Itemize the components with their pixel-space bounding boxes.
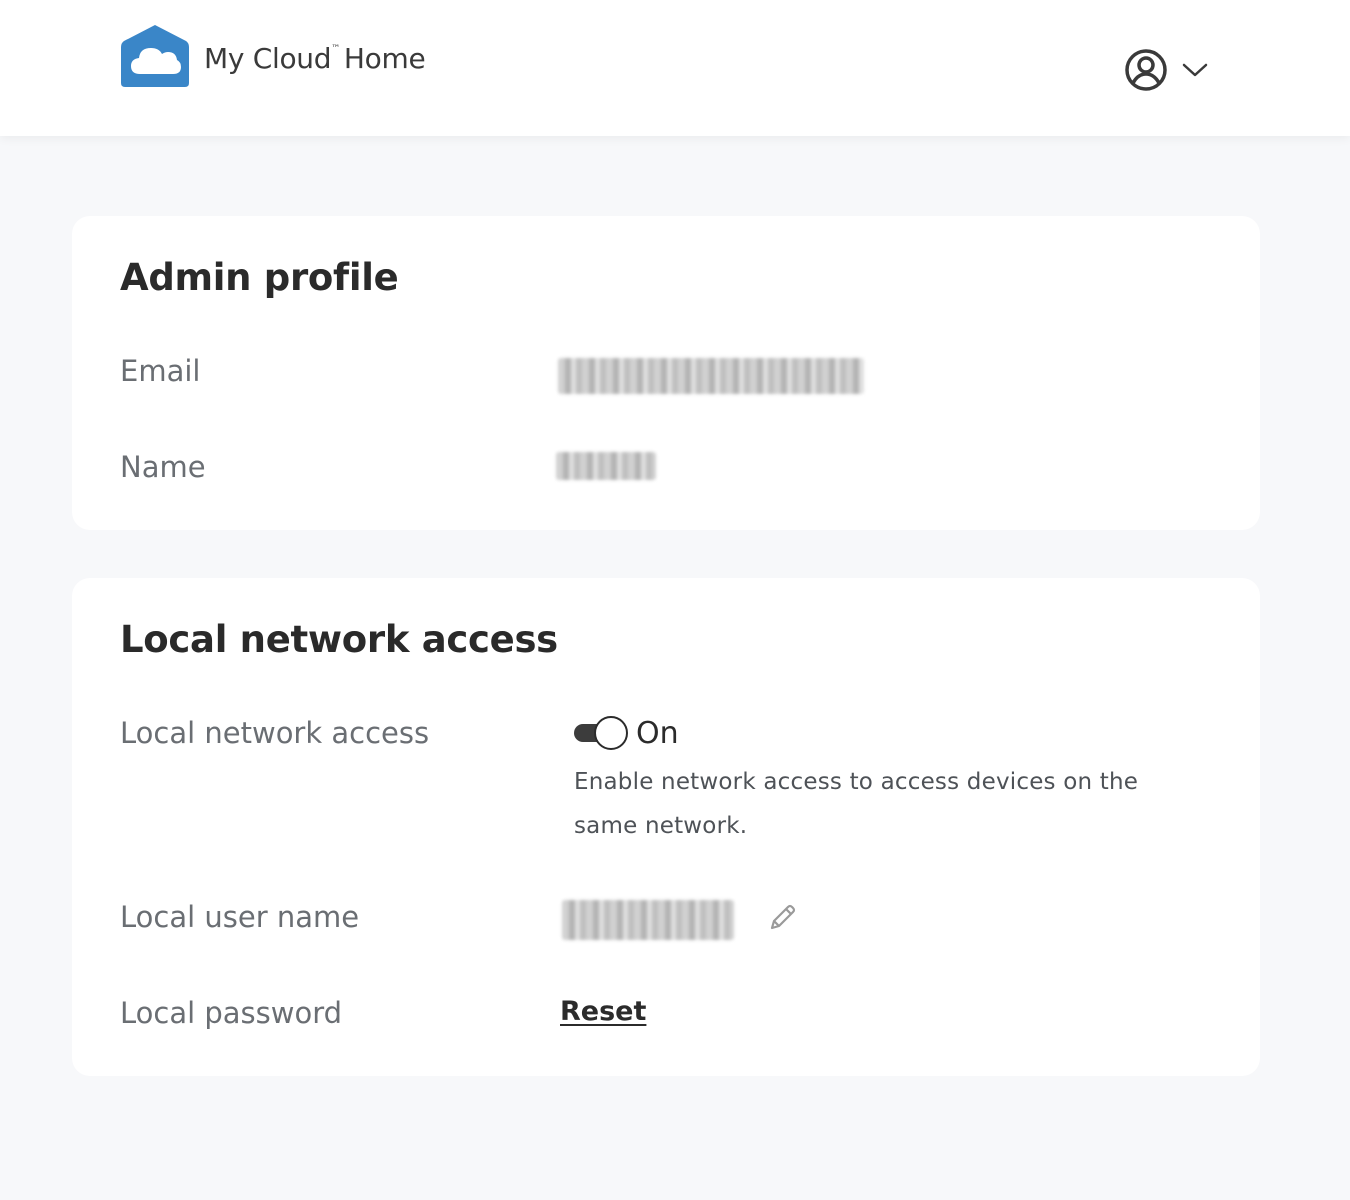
brand-name-part1: My Cloud	[204, 42, 332, 75]
email-value-redacted	[558, 358, 864, 394]
user-circle-icon[interactable]	[1124, 48, 1168, 92]
local-network-card: Local network access Local network acces…	[72, 578, 1260, 1076]
local-user-name-redacted	[562, 900, 734, 940]
name-label: Name	[120, 450, 206, 484]
reset-password-link[interactable]: Reset	[560, 996, 646, 1027]
app-header: My Cloud ™ Home	[0, 0, 1350, 136]
account-menu-button[interactable]	[1124, 48, 1208, 92]
chevron-down-icon[interactable]	[1182, 61, 1208, 79]
toggle-state-text: On	[636, 716, 679, 751]
admin-profile-card: Admin profile Email Name	[72, 216, 1260, 530]
pencil-icon[interactable]	[766, 902, 798, 934]
local-network-access-label: Local network access	[120, 716, 430, 750]
name-value-redacted	[556, 452, 656, 480]
trademark-symbol: ™	[331, 44, 340, 54]
toggle-knob	[594, 716, 628, 750]
local-network-title: Local network access	[120, 618, 558, 661]
admin-profile-title: Admin profile	[120, 256, 399, 299]
local-user-name-label: Local user name	[120, 900, 360, 934]
local-password-label: Local password	[120, 996, 343, 1030]
email-label: Email	[120, 354, 201, 388]
local-network-toggle[interactable]	[574, 716, 628, 750]
local-network-help-text: Enable network access to access devices …	[574, 769, 1139, 839]
cloud-house-icon[interactable]	[120, 24, 190, 88]
brand-name-part2: Home	[343, 42, 426, 75]
brand-name: My Cloud ™ Home	[204, 42, 426, 75]
